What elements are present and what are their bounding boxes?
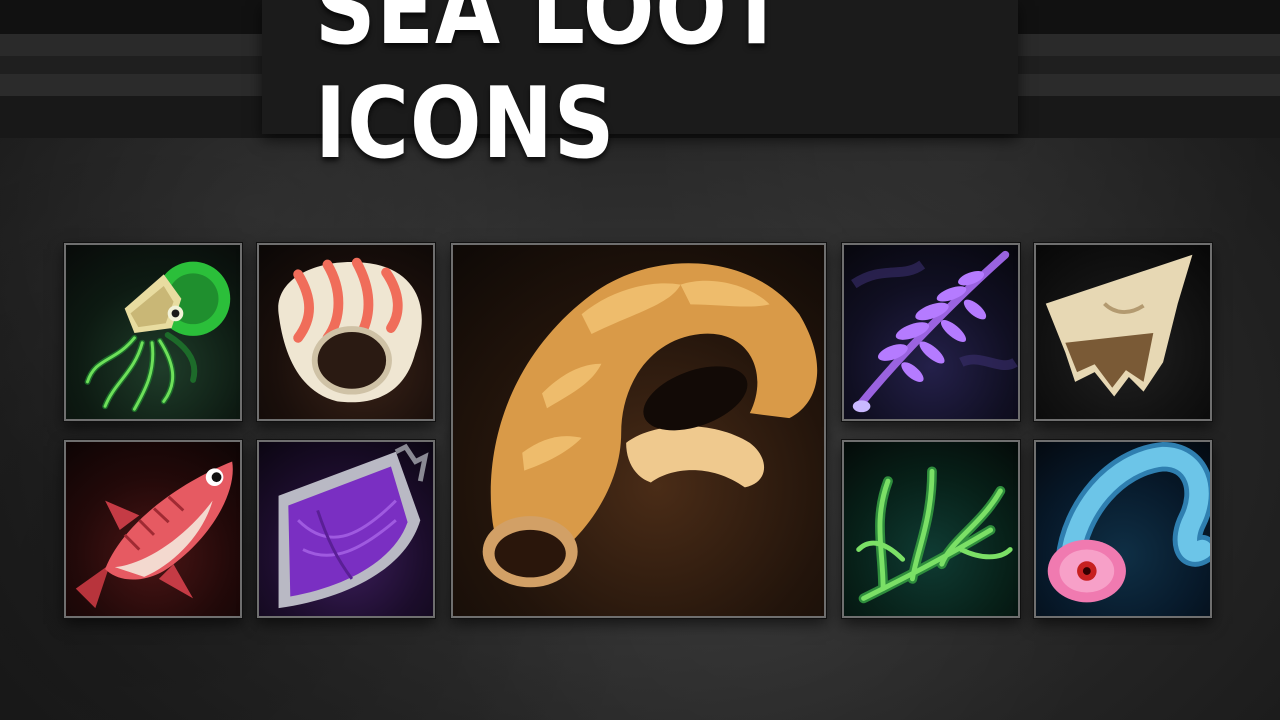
horn-shell-icon xyxy=(482,263,818,588)
loot-slot-purple-scale[interactable] xyxy=(257,440,435,618)
purple-coral-icon xyxy=(851,250,1018,413)
loot-slot-red-fish[interactable] xyxy=(64,440,242,618)
blue-tentacle-icon xyxy=(1047,442,1210,603)
loot-slot-nautilus[interactable] xyxy=(64,243,242,421)
nautilus-icon xyxy=(84,261,231,413)
loot-slot-purple-coral[interactable] xyxy=(842,243,1020,421)
red-fish-icon xyxy=(75,461,233,609)
loot-slot-green-seaweed[interactable] xyxy=(842,440,1020,618)
spiral-shell-icon xyxy=(278,257,422,403)
loot-slot-blue-tentacle[interactable] xyxy=(1034,440,1212,618)
purple-scale-icon xyxy=(278,443,429,609)
page-title: SEA LOOT ICONS xyxy=(314,0,787,181)
loot-slot-horn-shell[interactable] xyxy=(451,243,826,618)
loot-slot-spiral-shell[interactable] xyxy=(257,243,435,421)
green-seaweed-icon xyxy=(856,466,1013,604)
loot-slot-bone-fragment[interactable] xyxy=(1034,243,1212,421)
bone-fragment-icon xyxy=(1045,254,1193,397)
